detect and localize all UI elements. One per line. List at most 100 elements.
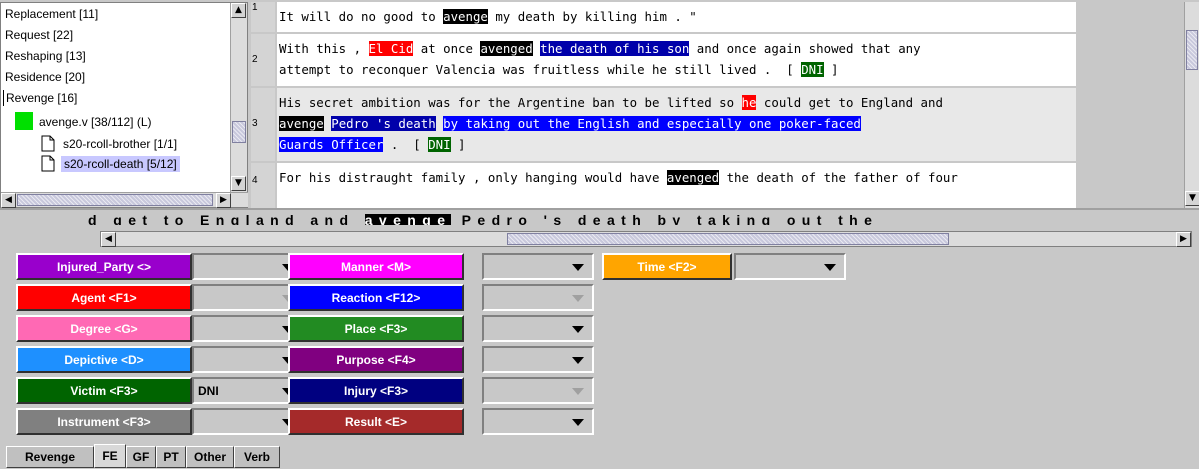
sentence-row[interactable]: 2 With this , El Cid at once avenged the…	[251, 34, 1076, 86]
tree-item-replacement[interactable]: Replacement [11]	[5, 7, 98, 21]
ticker-horizontal-scrollbar[interactable]: ◀ ▶	[100, 231, 1192, 247]
tree-item-avenge-v[interactable]: avenge.v [38/112] (L)	[39, 115, 152, 129]
sentence-number: 1	[251, 2, 275, 32]
chevron-down-icon[interactable]	[572, 295, 584, 302]
fe-select-injury[interactable]	[482, 377, 594, 404]
chevron-down-icon[interactable]	[572, 419, 584, 426]
sentence-number: 2	[251, 34, 275, 86]
sentence-row[interactable]: 1 It will do no good to avenge my death …	[251, 2, 1076, 32]
ticker-text: d get to England and avenge Pedro 's dea…	[88, 214, 878, 225]
lexical-unit-color-icon	[15, 112, 33, 130]
document-icon	[41, 135, 55, 152]
tab-pt[interactable]: PT	[156, 446, 186, 468]
sentence-fragment: my death by killing him . "	[487, 9, 697, 24]
fe-button-degree[interactable]: Degree <G>	[16, 315, 192, 342]
sentence-row[interactable]: 4 For his distraught family , only hangi…	[251, 163, 1076, 208]
scroll-left-arrow-icon[interactable]: ◀	[101, 232, 116, 247]
tree-item-reshaping[interactable]: Reshaping [13]	[5, 49, 86, 63]
tree-line	[3, 90, 4, 106]
tree-item-s20-rcoll-death[interactable]: s20-rcoll-death [5/12]	[61, 156, 180, 172]
tab-fe[interactable]: FE	[94, 444, 126, 468]
fe-button-reaction[interactable]: Reaction <F12>	[288, 284, 464, 311]
sentence-text[interactable]: His secret ambition was for the Argentin…	[277, 88, 1076, 161]
scroll-down-arrow-icon[interactable]: ▼	[1185, 191, 1199, 206]
scroll-up-arrow-icon[interactable]: ▲	[231, 3, 246, 18]
tab-gf[interactable]: GF	[126, 446, 156, 468]
annotated-span[interactable]: avenge	[443, 9, 488, 24]
chevron-down-icon[interactable]	[572, 326, 584, 333]
annotated-span[interactable]: by taking out the English and especially…	[443, 116, 861, 131]
fe-select-result[interactable]	[482, 408, 594, 435]
fe-select-place[interactable]	[482, 315, 594, 342]
scroll-thumb[interactable]	[1186, 30, 1198, 70]
sentence-vertical-scrollbar[interactable]: ▼	[1184, 2, 1199, 208]
fe-select-purpose[interactable]	[482, 346, 594, 373]
sentence-fragment: could get to England and	[756, 95, 943, 110]
sentence-fragment: at once	[413, 41, 481, 56]
annotated-span[interactable]: DNI	[801, 62, 824, 77]
scroll-thumb[interactable]	[507, 233, 949, 245]
sentence-fragment: It will do no good to	[279, 9, 444, 24]
annotated-span[interactable]: Pedro 's death	[331, 116, 436, 131]
sentence-fragment: For his distraught family , only hanging…	[279, 170, 667, 185]
top-split-pane: Replacement [11] Request [22] Reshaping …	[0, 0, 1199, 208]
fe-select-reaction[interactable]	[482, 284, 594, 311]
fe-button-depictive[interactable]: Depictive <D>	[16, 346, 192, 373]
bottom-tab-bar: Revenge FE GF PT Other Verb	[0, 444, 1199, 469]
chevron-down-icon[interactable]	[824, 264, 836, 271]
sentence-text[interactable]: With this , El Cid at once avenged the d…	[277, 34, 1076, 86]
sentence-list[interactable]: 1 It will do no good to avenge my death …	[251, 2, 1199, 208]
scroll-right-arrow-icon[interactable]: ▶	[1176, 232, 1191, 247]
fe-button-manner[interactable]: Manner <M>	[288, 253, 464, 280]
scroll-left-arrow-icon[interactable]: ◀	[1, 193, 16, 208]
tree-vertical-scrollbar[interactable]: ▲ ▼	[230, 3, 247, 193]
annotated-span[interactable]: Guards Officer	[279, 137, 384, 152]
fe-button-instrument[interactable]: Instrument <F3>	[16, 408, 192, 435]
fe-button-agent[interactable]: Agent <F1>	[16, 284, 192, 311]
annotated-span[interactable]: the death of his son	[540, 41, 690, 56]
chevron-down-icon[interactable]	[572, 264, 584, 271]
chevron-down-icon[interactable]	[572, 388, 584, 395]
tree-item-revenge[interactable]: Revenge [16]	[6, 91, 77, 105]
fe-select-value: DNI	[198, 384, 219, 398]
tree-horizontal-scrollbar[interactable]: ◀ ▶	[1, 192, 248, 208]
tree-item-request[interactable]: Request [22]	[5, 28, 73, 42]
annotated-span[interactable]: DNI	[428, 137, 451, 152]
sentence-fragment: and once again showed that any	[689, 41, 921, 56]
chevron-down-icon[interactable]	[572, 357, 584, 364]
sentence-text[interactable]: It will do no good to avenge my death by…	[277, 2, 1076, 32]
sentence-number: 4	[251, 163, 275, 208]
scroll-right-arrow-icon[interactable]: ▶	[216, 193, 231, 208]
fe-button-time[interactable]: Time <F2>	[602, 253, 732, 280]
annotated-span[interactable]: he	[741, 95, 757, 110]
tree-item-residence[interactable]: Residence [20]	[5, 70, 85, 84]
annotated-span[interactable]: avenged	[666, 170, 720, 185]
fe-button-result[interactable]: Result <E>	[288, 408, 464, 435]
annotated-span[interactable]: avenge	[279, 116, 324, 131]
annotated-span[interactable]: avenged	[480, 41, 533, 56]
sentence-ticker: d get to England and avenge Pedro 's dea…	[0, 208, 1199, 248]
fe-button-injured-party[interactable]: Injured_Party <>	[16, 253, 192, 280]
fe-select-time[interactable]	[734, 253, 846, 280]
sentence-text[interactable]: For his distraught family , only hanging…	[277, 163, 1076, 208]
sentence-fragment: ]	[823, 62, 839, 77]
sentence-fragment: ]	[450, 137, 466, 152]
sentence-number: 3	[251, 88, 275, 161]
annotated-span[interactable]: El Cid	[368, 41, 414, 56]
tree-item-s20-rcoll-brother[interactable]: s20-rcoll-brother [1/1]	[63, 137, 177, 151]
fe-button-injury[interactable]: Injury <F3>	[288, 377, 464, 404]
frame-tree[interactable]: Replacement [11] Request [22] Reshaping …	[0, 2, 248, 208]
tab-other[interactable]: Other	[186, 446, 234, 468]
tab-verb[interactable]: Verb	[234, 446, 280, 468]
sentence-fragment: His secret ambition was for the Argentin…	[279, 95, 742, 110]
sentence-row-selected[interactable]: 3 His secret ambition was for the Argent…	[251, 88, 1076, 161]
fe-button-victim[interactable]: Victim <F3>	[16, 377, 192, 404]
tab-revenge[interactable]: Revenge	[6, 446, 94, 468]
scroll-down-arrow-icon[interactable]: ▼	[231, 176, 246, 191]
fe-button-place[interactable]: Place <F3>	[288, 315, 464, 342]
fe-button-purpose[interactable]: Purpose <F4>	[288, 346, 464, 373]
fe-select-manner[interactable]	[482, 253, 594, 280]
scroll-thumb[interactable]	[17, 194, 213, 206]
sentence-fragment: the death of the father of four	[719, 170, 958, 185]
scroll-thumb[interactable]	[232, 121, 246, 143]
